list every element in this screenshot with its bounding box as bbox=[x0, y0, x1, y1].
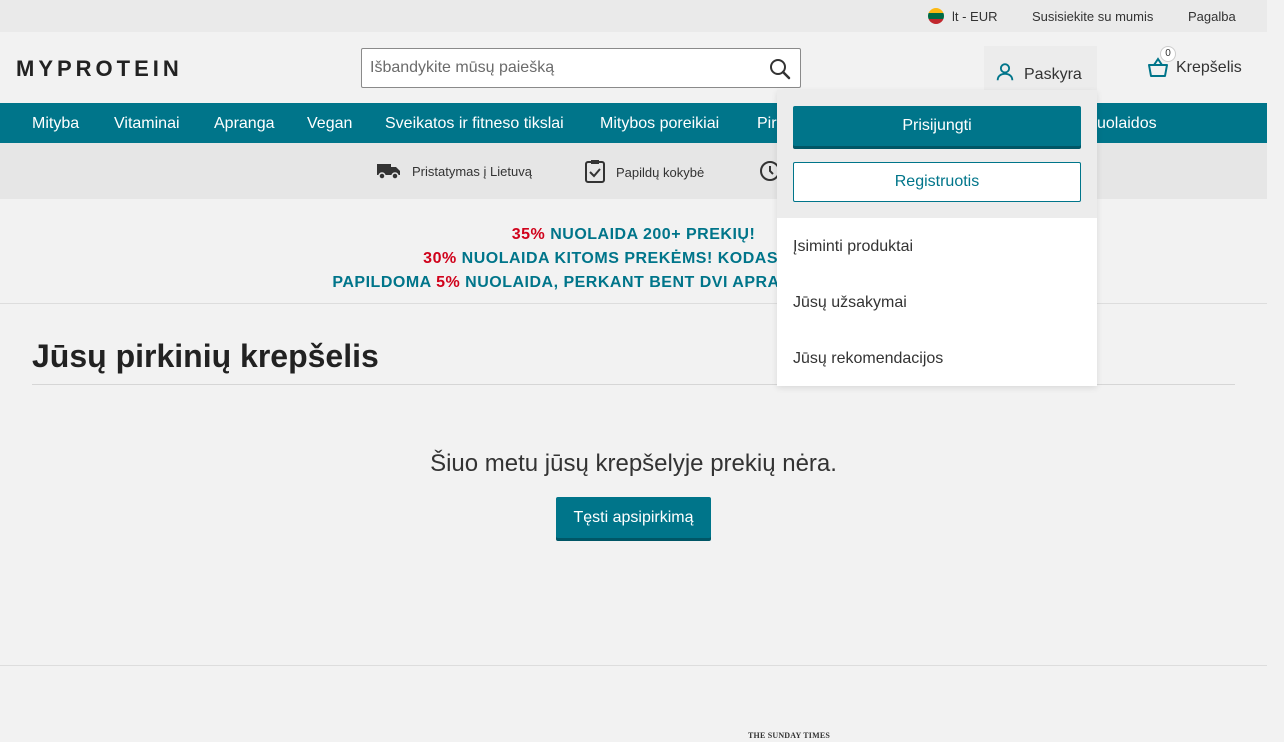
locale-label: lt - EUR bbox=[952, 8, 998, 24]
usp-delivery-label: Pristatymas į Lietuvą bbox=[412, 164, 532, 179]
nav-item-apranga[interactable]: Apranga bbox=[214, 115, 275, 133]
search-bar bbox=[361, 48, 801, 88]
cart-count-badge: 0 bbox=[1160, 46, 1176, 62]
nav-item-vitaminai[interactable]: Vitaminai bbox=[114, 115, 180, 133]
usp-delivery[interactable]: Pristatymas į Lietuvą bbox=[376, 159, 532, 184]
locale-selector[interactable]: lt - EUR bbox=[928, 8, 998, 24]
nav-item-health-goals[interactable]: Sveikatos ir fitneso tikslai bbox=[385, 115, 564, 133]
nav-item-sales[interactable]: uolaidos bbox=[1097, 115, 1157, 133]
clipboard-check-icon bbox=[584, 159, 606, 186]
promo-line-3-text: NUOLAIDA, PERKANT BENT DVI APRA bbox=[460, 274, 780, 291]
account-dropdown-actions: Prisijungti Registruotis bbox=[777, 90, 1097, 218]
promo-line-2-pct: 30% bbox=[423, 250, 457, 267]
nav-item-mityba[interactable]: Mityba bbox=[32, 115, 79, 133]
help-link[interactable]: Pagalba bbox=[1188, 9, 1236, 24]
nav-item-vegan[interactable]: Vegan bbox=[307, 115, 352, 133]
login-button[interactable]: Prisijungti bbox=[793, 106, 1081, 146]
dropdown-orders-link[interactable]: Jūsų užsakymai bbox=[793, 294, 907, 312]
search-icon[interactable] bbox=[768, 57, 792, 81]
usp-quality-label: Papildų kokybė bbox=[616, 165, 705, 180]
truck-icon bbox=[376, 159, 402, 184]
dropdown-saved-products-link[interactable]: Įsiminti produktai bbox=[793, 238, 913, 256]
account-label: Paskyra bbox=[1024, 65, 1082, 83]
account-dropdown: Prisijungti Registruotis Įsiminti produk… bbox=[777, 90, 1097, 386]
basket-icon: 0 bbox=[1146, 46, 1176, 80]
empty-cart-message: Šiuo metu jūsų krepšelyje prekių nėra. bbox=[430, 450, 837, 477]
continue-shopping-button[interactable]: Tęsti apsipirkimą bbox=[556, 497, 711, 538]
cart-label: Krepšelis bbox=[1176, 59, 1242, 76]
user-icon bbox=[994, 61, 1016, 88]
register-button[interactable]: Registruotis bbox=[793, 162, 1081, 202]
footer-divider bbox=[0, 665, 1267, 666]
search-input[interactable] bbox=[362, 49, 752, 87]
promo-line-1-text: NUOLAIDA 200+ PREKIŲ! bbox=[545, 226, 756, 243]
cart-button[interactable]: 0 Krepšelis bbox=[1146, 46, 1242, 80]
myprotein-logo[interactable]: MYPROTEIN bbox=[16, 56, 183, 82]
nav-item-partial[interactable]: Pir bbox=[757, 115, 777, 133]
dropdown-recommendations-link[interactable]: Jūsų rekomendacijos bbox=[793, 350, 943, 368]
sunday-times-logo: THE SUNDAY TIMES bbox=[748, 731, 831, 740]
page-title: Jūsų pirkinių krepšelis bbox=[32, 338, 379, 374]
promo-line-2-text: NUOLAIDA KITOMS PREKĖMS! KODAS: bbox=[456, 250, 784, 267]
utility-bar: lt - EUR Susisiekite su mumis Pagalba bbox=[0, 0, 1267, 32]
usp-quality[interactable]: Papildų kokybė bbox=[584, 159, 704, 186]
promo-line-1-pct: 35% bbox=[511, 226, 546, 243]
promo-line-3-prefix: PAPILDOMA bbox=[332, 274, 437, 291]
nav-item-dietary-needs[interactable]: Mitybos poreikiai bbox=[600, 115, 719, 133]
contact-link[interactable]: Susisiekite su mumis bbox=[1032, 9, 1153, 24]
promo-line-3-pct: 5% bbox=[436, 274, 461, 291]
lithuania-flag-icon bbox=[928, 8, 944, 24]
